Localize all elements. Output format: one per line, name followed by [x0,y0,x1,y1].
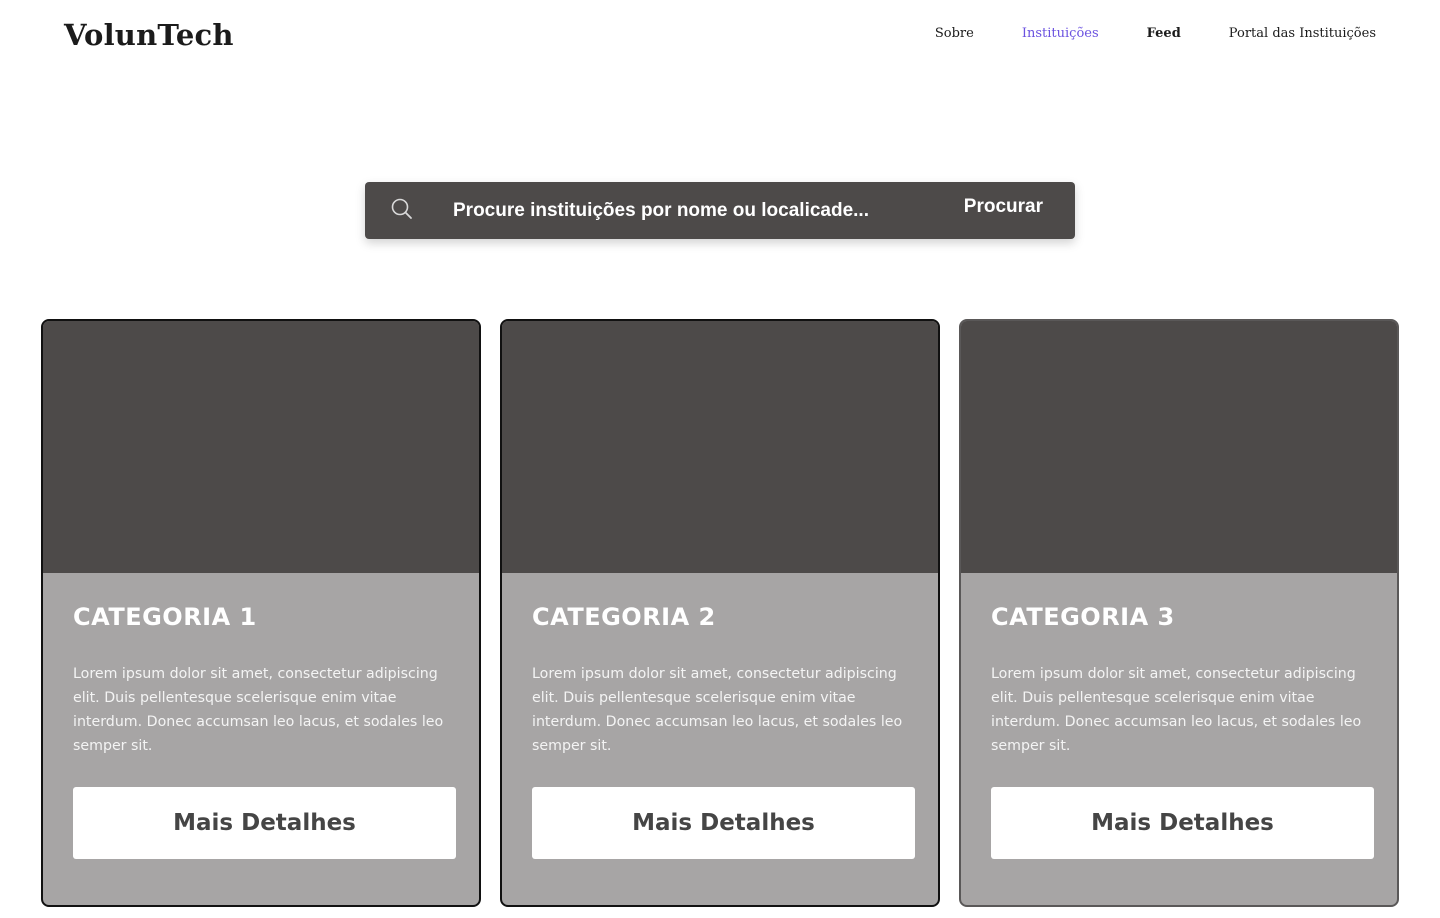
card-title: CATEGORIA 1 [73,603,257,631]
nav-link-portal-instituicoes[interactable]: Portal das Instituições [1229,26,1376,41]
site-header: VolunTech Sobre Instituições Feed Portal… [0,0,1440,80]
nav-link-feed[interactable]: Feed [1147,26,1181,41]
category-card-1: CATEGORIA 1 Lorem ipsum dolor sit amet, … [41,319,481,907]
details-button[interactable]: Mais Detalhes [73,787,456,859]
card-description: Lorem ipsum dolor sit amet, consectetur … [532,666,903,754]
page: VolunTech Sobre Instituições Feed Portal… [0,0,1440,918]
nav-link-instituicoes[interactable]: Instituições [1022,26,1099,41]
details-button[interactable]: Mais Detalhes [991,787,1374,859]
category-card-2: CATEGORIA 2 Lorem ipsum dolor sit amet, … [500,319,940,907]
nav-link-sobre[interactable]: Sobre [935,26,974,41]
card-title: CATEGORIA 3 [991,603,1175,631]
logo[interactable]: VolunTech [64,18,234,52]
search-button[interactable]: Procurar [964,196,1043,218]
card-image [961,321,1397,573]
card-description: Lorem ipsum dolor sit amet, consectetur … [73,666,444,754]
main-nav: Sobre Instituições Feed Portal das Insti… [935,26,1376,41]
card-title: CATEGORIA 2 [532,603,716,631]
card-image [43,321,479,573]
search-icon[interactable] [390,197,414,221]
category-card-3: CATEGORIA 3 Lorem ipsum dolor sit amet, … [959,319,1399,907]
card-image [502,321,938,573]
details-button[interactable]: Mais Detalhes [532,787,915,859]
search-input[interactable] [453,194,913,227]
search-bar: Procurar [365,182,1075,239]
card-description: Lorem ipsum dolor sit amet, consectetur … [991,666,1362,754]
